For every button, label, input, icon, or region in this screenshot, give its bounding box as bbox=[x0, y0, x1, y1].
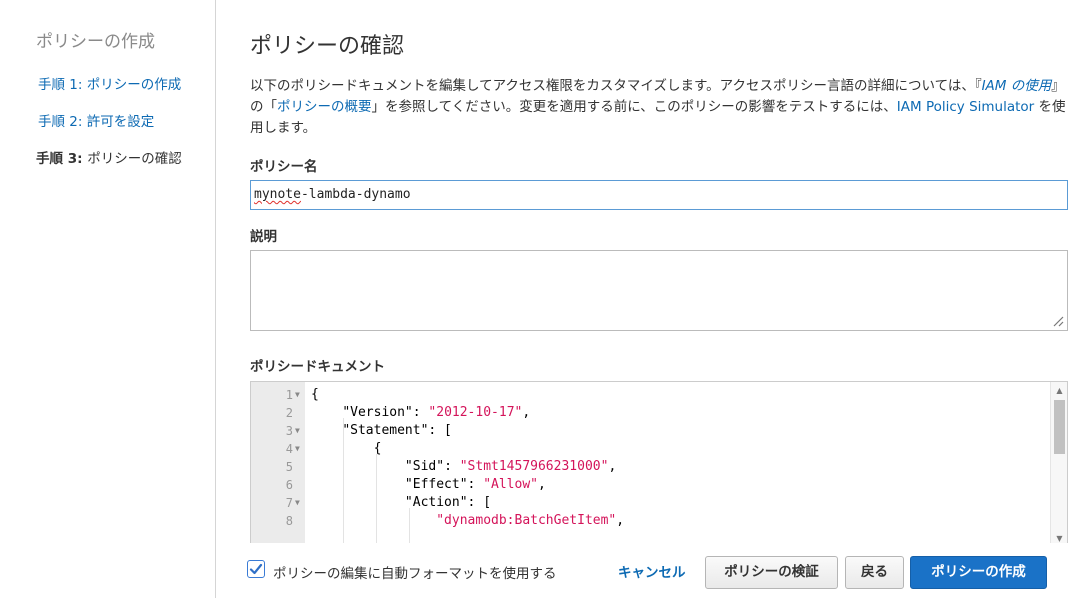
step-label: 許可を設定 bbox=[86, 114, 155, 130]
sidebar-step-2[interactable]: 手順 2: 許可を設定 bbox=[38, 110, 154, 130]
resize-handle-icon[interactable] bbox=[1052, 315, 1064, 327]
code-key: "Statement" bbox=[342, 423, 429, 438]
description-text: 以下のポリシードキュメントを編集してアクセス権限をカスタマイズします。アクセスポ… bbox=[250, 76, 1068, 139]
line-number: 6 bbox=[285, 478, 293, 492]
fold-arrow-icon[interactable]: ▼ bbox=[295, 440, 300, 458]
code-text: "Statement": [ bbox=[311, 422, 452, 440]
code-str: "2012-10-17" bbox=[428, 405, 523, 420]
line-number: 4 bbox=[285, 442, 293, 456]
back-button[interactable]: 戻る bbox=[845, 556, 904, 589]
validate-policy-button[interactable]: ポリシーの検証 bbox=[705, 556, 838, 589]
create-policy-button[interactable]: ポリシーの作成 bbox=[910, 556, 1047, 589]
code-line[interactable]: 3 ▼ "Statement": [ bbox=[251, 422, 1051, 440]
autoformat-label[interactable]: ポリシーの編集に自動フォーマットを使用する bbox=[273, 562, 557, 582]
code-plain: { bbox=[311, 387, 319, 402]
step-prefix: 手順 3: bbox=[36, 151, 88, 167]
code-str: "Stmt1457966231000" bbox=[459, 459, 609, 474]
code-key: "Effect" bbox=[404, 477, 468, 492]
code-tail: , bbox=[616, 513, 625, 528]
code-plain bbox=[311, 513, 436, 528]
wizard-sidebar: ポリシーの作成 手順 1: ポリシーの作成 手順 2: 許可を設定 手順 3: … bbox=[0, 0, 216, 598]
cancel-button[interactable]: キャンセル bbox=[618, 561, 686, 581]
description-label: 説明 bbox=[250, 229, 277, 245]
code-key: "Version" bbox=[342, 405, 413, 420]
code-plain bbox=[311, 495, 405, 510]
line-number: 7 bbox=[285, 496, 293, 510]
scroll-thumb[interactable] bbox=[1054, 400, 1065, 454]
policy-document-editor[interactable]: 1 ▼{2 "Version": "2012-10-17", 3 ▼ "Stateme… bbox=[250, 381, 1068, 543]
scroll-down-arrow-icon[interactable]: ▼ bbox=[1051, 532, 1067, 543]
code-tail: , bbox=[608, 459, 617, 474]
code-sep: : [ bbox=[428, 423, 452, 438]
editor-scrollbar[interactable]: ▲ ▼ bbox=[1050, 382, 1067, 543]
code-line[interactable]: 5 "Sid": "Stmt1457966231000", bbox=[251, 458, 1051, 476]
autoformat-checkbox[interactable] bbox=[247, 560, 265, 578]
code-text: "dynamodb:BatchGetItem", bbox=[311, 512, 624, 530]
line-number: 8 bbox=[285, 514, 293, 528]
policy-name-input[interactable]: mynote-lambda-dynamo bbox=[250, 180, 1068, 210]
code-plain bbox=[311, 459, 405, 474]
page-title: ポリシーの確認 bbox=[250, 34, 405, 59]
policy-name-value: -lambda-dynamo bbox=[300, 187, 411, 202]
code-text: { bbox=[311, 386, 319, 404]
line-number: 3 bbox=[285, 424, 293, 438]
code-key: "Sid" bbox=[404, 459, 445, 474]
policy-simulator-link[interactable]: IAM Policy Simulator bbox=[897, 99, 1034, 115]
code-line[interactable]: 1 ▼ { bbox=[251, 386, 1051, 404]
sidebar-step-1[interactable]: 手順 1: ポリシーの作成 bbox=[38, 73, 181, 93]
fold-arrow-icon[interactable]: ▼ bbox=[295, 494, 300, 512]
code-text: "Effect": "Allow", bbox=[311, 476, 546, 494]
policy-document-label: ポリシードキュメント bbox=[250, 359, 385, 375]
code-plain bbox=[311, 477, 405, 492]
line-number: 1 bbox=[285, 388, 293, 402]
code-line[interactable]: 4 ▼ { bbox=[251, 440, 1051, 458]
code-plain bbox=[311, 405, 342, 420]
code-line[interactable]: 7 ▼ "Action": [ bbox=[251, 494, 1051, 512]
step-prefix: 手順 2: bbox=[38, 114, 87, 130]
scroll-up-arrow-icon[interactable]: ▲ bbox=[1051, 384, 1067, 398]
sidebar-title: ポリシーの作成 bbox=[36, 32, 155, 52]
step-label: ポリシーの作成 bbox=[86, 77, 182, 93]
desc-part1: 以下のポリシードキュメントを編集してアクセス権限をカスタマイズします。アクセスポ… bbox=[250, 78, 982, 94]
code-line[interactable]: 6 "Effect": "Allow", bbox=[251, 476, 1051, 494]
policy-overview-link[interactable]: ポリシーの概要 bbox=[277, 99, 372, 115]
code-plain bbox=[311, 423, 342, 438]
code-line[interactable]: 2 "Version": "2012-10-17", bbox=[251, 404, 1051, 422]
sidebar-step-3: 手順 3: ポリシーの確認 bbox=[36, 147, 182, 167]
code-sep: : bbox=[467, 477, 484, 492]
code-plain: { bbox=[311, 441, 382, 456]
policy-name-label: ポリシー名 bbox=[250, 159, 318, 175]
checkmark-icon bbox=[249, 563, 263, 575]
code-text: "Sid": "Stmt1457966231000", bbox=[311, 458, 616, 476]
line-number: 2 bbox=[285, 406, 293, 420]
code-key: "Action" bbox=[404, 495, 468, 510]
code-text: "Action": [ bbox=[311, 494, 491, 512]
code-sep: : [ bbox=[467, 495, 492, 510]
code-str: "dynamodb:BatchGetItem" bbox=[436, 513, 617, 528]
line-number: 5 bbox=[285, 460, 293, 474]
code-tail: , bbox=[522, 405, 531, 420]
code-sep: : bbox=[444, 459, 460, 474]
code-text: { bbox=[311, 440, 382, 458]
code-line[interactable]: 8 "dynamodb:BatchGetItem", bbox=[251, 512, 1051, 530]
code-str: "Allow" bbox=[483, 477, 538, 492]
footer-actions: ポリシーの編集に自動フォーマットを使用する キャンセル ポリシーの検証 戻る ポ… bbox=[247, 552, 1068, 592]
spellcheck-word: mynote bbox=[254, 187, 301, 202]
desc-part3: 」を参照してください。変更を適用する前に、このポリシーの影響をテストするには、 bbox=[371, 99, 897, 115]
code-text: "Version": "2012-10-17", bbox=[311, 404, 530, 422]
step-prefix: 手順 1: bbox=[38, 77, 87, 93]
step-label: ポリシーの確認 bbox=[87, 151, 182, 167]
code-sep: : bbox=[412, 405, 429, 420]
code-tail: , bbox=[538, 477, 546, 492]
description-textarea[interactable] bbox=[250, 250, 1068, 331]
fold-arrow-icon[interactable]: ▼ bbox=[295, 386, 300, 404]
iam-guide-link[interactable]: IAM の使用 bbox=[982, 78, 1052, 94]
fold-arrow-icon[interactable]: ▼ bbox=[295, 422, 300, 440]
